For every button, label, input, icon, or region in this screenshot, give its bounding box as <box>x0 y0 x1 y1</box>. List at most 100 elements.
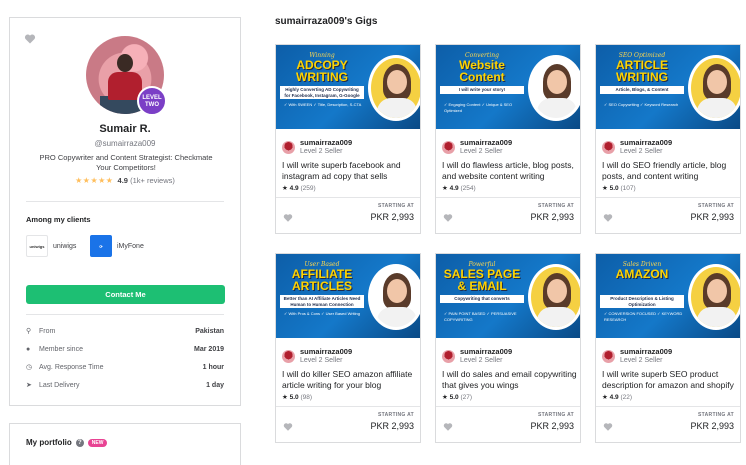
gigs-section-title: sumairraza009's Gigs <box>275 16 378 27</box>
heart-icon[interactable] <box>603 213 613 223</box>
gig-thumbnail[interactable]: User Based AFFILIATE ARTICLES Better tha… <box>276 254 420 338</box>
heart-icon[interactable] <box>283 422 293 432</box>
gig-price[interactable]: PKR 2,993 <box>530 421 574 431</box>
star-rating-icons: ★★★★★ <box>75 176 114 185</box>
seller-level: Level 2 Seller <box>300 357 343 364</box>
heart-icon[interactable] <box>443 422 453 432</box>
gig-price[interactable]: PKR 2,993 <box>370 421 414 431</box>
review-count: (259) <box>300 185 316 192</box>
seller-profile-card: LEVEL TWO Sumair R. @sumairraza009 PRO C… <box>9 17 241 406</box>
seller-avatar[interactable] <box>442 349 455 363</box>
gig-seller[interactable]: sumairraza009 Level 2 Seller <box>442 345 512 367</box>
client-uniwigs: uniwigs uniwigs <box>26 234 76 258</box>
gig-price[interactable]: PKR 2,993 <box>370 212 414 222</box>
seller-name[interactable]: sumairraza009 <box>620 138 672 147</box>
client-name: iMyFone <box>117 242 144 250</box>
gig-seller[interactable]: sumairraza009 Level 2 Seller <box>602 136 672 158</box>
gig-title[interactable]: I will do killer SEO amazon affiliate ar… <box>282 369 418 391</box>
seller-name[interactable]: sumairraza009 <box>300 347 352 356</box>
stat-from: ⚲ From Pakistan <box>26 325 224 337</box>
review-count: (27) <box>460 394 473 401</box>
seller-level: Level 2 Seller <box>620 148 663 155</box>
seller-avatar[interactable] <box>602 349 615 363</box>
gig-card[interactable]: Powerful SALES PAGE & EMAIL Copywriting … <box>435 253 581 443</box>
seller-avatar[interactable] <box>282 349 295 363</box>
seller-name[interactable]: sumairraza009 <box>620 347 672 356</box>
gig-card[interactable]: SEO Optimized ARTICLE WRITING Article, B… <box>595 44 741 234</box>
gig-thumbnail[interactable]: SEO Optimized ARTICLE WRITING Article, B… <box>596 45 740 129</box>
portrait-face <box>387 70 407 94</box>
client-imyfone: ⟳ iMyFone <box>90 234 144 258</box>
portrait-face <box>387 279 407 303</box>
seller-name[interactable]: sumairraza009 <box>460 347 512 356</box>
stat-last-delivery: ➤ Last Delivery 1 day <box>26 379 224 391</box>
gig-card[interactable]: Converting Website Content I will write … <box>435 44 581 234</box>
thumbnail-portrait <box>368 55 420 121</box>
gig-thumbnail[interactable]: Winning ADCOPY WRITING Highly Converting… <box>276 45 420 129</box>
heart-icon[interactable] <box>283 213 293 223</box>
starting-at-label: STARTING AT <box>538 203 574 209</box>
seller-avatar[interactable] <box>442 140 455 154</box>
seller-name[interactable]: Sumair R. <box>10 123 240 135</box>
gig-seller[interactable]: sumairraza009 Level 2 Seller <box>282 345 352 367</box>
gig-price[interactable]: PKR 2,993 <box>690 212 734 222</box>
thumbnail-strip: Highly Converting AD Copywriting for Fac… <box>280 86 364 99</box>
gig-rating: ★ 4.9 (22) <box>602 393 632 401</box>
gig-title[interactable]: I will do flawless article, blog posts, … <box>442 160 578 182</box>
portfolio-title-text: My portfolio <box>26 438 72 447</box>
gig-rating: ★ 4.9 (259) <box>282 184 316 192</box>
portfolio-card: My portfolio ? NEW <box>9 423 241 465</box>
thumbnail-bullets: ✓ With SWEEN ✓ Title, Description, S-CTA <box>284 102 362 107</box>
seller-name[interactable]: sumairraza009 <box>460 138 512 147</box>
uniwigs-logo: uniwigs <box>26 235 48 257</box>
gig-seller[interactable]: sumairraza009 Level 2 Seller <box>602 345 672 367</box>
gig-seller[interactable]: sumairraza009 Level 2 Seller <box>442 136 512 158</box>
stat-value: 1 hour <box>202 363 224 371</box>
gig-card[interactable]: Winning ADCOPY WRITING Highly Converting… <box>275 44 421 234</box>
gig-title[interactable]: I will write superb facebook and instagr… <box>282 160 418 182</box>
seller-handle: @sumairraza009 <box>94 139 156 148</box>
contact-me-button[interactable]: Contact Me <box>26 285 225 304</box>
seller-avatar[interactable] <box>602 140 615 154</box>
gig-price[interactable]: PKR 2,993 <box>690 421 734 431</box>
thumbnail-headline: Website Content <box>459 58 505 84</box>
thumbnail-strip: Product Description & Listing Optimizati… <box>600 295 684 308</box>
star-icon: ★ <box>442 185 448 192</box>
seller-name[interactable]: sumairraza009 <box>300 138 352 147</box>
gig-thumbnail[interactable]: Powerful SALES PAGE & EMAIL Copywriting … <box>436 254 580 338</box>
gig-thumbnail[interactable]: Converting Website Content I will write … <box>436 45 580 129</box>
gig-thumbnail[interactable]: Sales Driven AMAZON Product Description … <box>596 254 740 338</box>
gig-card[interactable]: Sales Driven AMAZON Product Description … <box>595 253 741 443</box>
gig-title[interactable]: I will do sales and email copywriting th… <box>442 369 578 391</box>
starting-at-label: STARTING AT <box>378 412 414 418</box>
heart-icon[interactable] <box>443 213 453 223</box>
stat-label: Last Delivery <box>39 381 80 389</box>
star-icon: ★ <box>442 394 448 401</box>
seller-avatar[interactable] <box>282 140 295 154</box>
location-pin-icon: ⚲ <box>26 328 32 335</box>
thumbnail-bullets: ✓ PAIN POINT BASED ✓ PERSUASIVE COPYWRIT… <box>444 311 517 322</box>
stat-member-since: ● Member since Mar 2019 <box>26 343 224 355</box>
heart-icon[interactable] <box>603 422 613 432</box>
gig-title[interactable]: I will write superb SEO product descript… <box>602 369 738 391</box>
send-icon: ➤ <box>26 382 32 389</box>
gig-seller[interactable]: sumairraza009 Level 2 Seller <box>282 136 352 158</box>
gig-title[interactable]: I will do SEO friendly article, blog pos… <box>602 160 738 182</box>
gig-card[interactable]: User Based AFFILIATE ARTICLES Better tha… <box>275 253 421 443</box>
thumbnail-bullets: ✓ SEO Copywriting ✓ Keyword Research <box>604 102 679 107</box>
thumbnail-headline: SALES PAGE & EMAIL <box>443 267 521 293</box>
review-count: (22) <box>620 394 633 401</box>
divider <box>26 201 224 202</box>
review-count: (254) <box>460 185 476 192</box>
portrait-shirt <box>377 307 417 327</box>
portrait-face <box>707 70 727 94</box>
gig-price[interactable]: PKR 2,993 <box>530 212 574 222</box>
rating-value: 4.9 <box>449 185 459 192</box>
starting-at-label: STARTING AT <box>378 203 414 209</box>
thumbnail-portrait <box>688 55 740 121</box>
info-icon[interactable]: ? <box>75 438 84 447</box>
rating-value: 4.9 <box>609 394 619 401</box>
heart-icon[interactable] <box>24 33 36 45</box>
thumbnail-portrait <box>368 264 420 330</box>
rating-value: 5.0 <box>289 394 299 401</box>
